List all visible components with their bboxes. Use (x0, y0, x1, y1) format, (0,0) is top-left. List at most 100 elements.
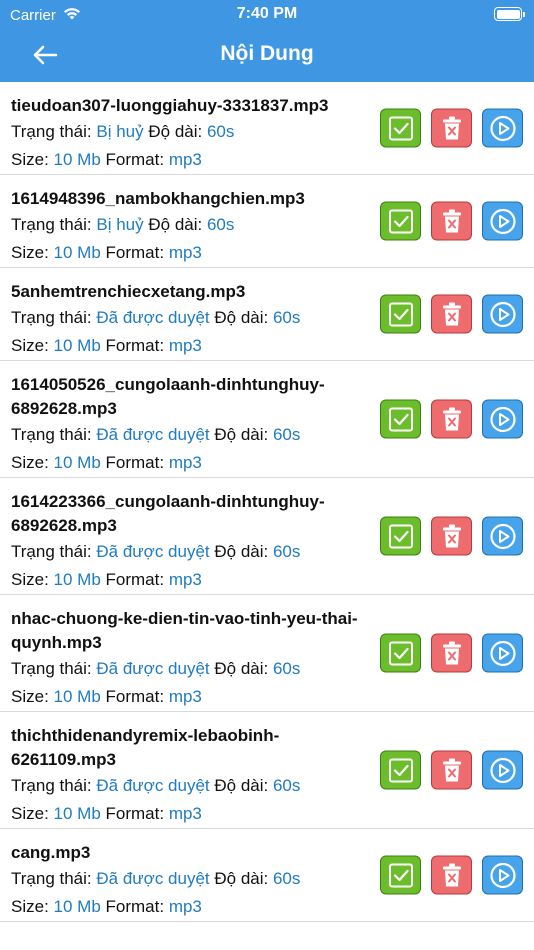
check-icon (388, 302, 413, 326)
format-value: mp3 (168, 570, 202, 589)
duration-label: Độ dài: (214, 869, 269, 888)
delete-button[interactable] (431, 750, 472, 790)
delete-button[interactable] (431, 201, 472, 241)
delete-button[interactable] (431, 399, 472, 439)
approve-button[interactable] (380, 294, 421, 334)
delete-button[interactable] (431, 855, 472, 895)
trash-icon (442, 758, 461, 781)
format-value: mp3 (168, 804, 202, 823)
size-line: Size: 10 Mb Format: mp3 (11, 566, 374, 594)
size-label: Size: (11, 687, 49, 706)
play-icon (489, 301, 516, 327)
check-icon (388, 758, 413, 782)
trash-icon (442, 407, 461, 430)
size-label: Size: (11, 453, 49, 472)
size-line: Size: 10 Mb Format: mp3 (11, 800, 374, 828)
duration-label: Độ dài: (148, 122, 203, 141)
item-actions (380, 201, 523, 241)
battery-icon (494, 7, 525, 21)
delete-button[interactable] (431, 108, 472, 148)
size-value: 10 Mb (53, 336, 101, 355)
format-value: mp3 (168, 687, 202, 706)
duration-label: Độ dài: (214, 425, 269, 444)
approve-button[interactable] (380, 201, 421, 241)
duration-label: Độ dài: (214, 776, 269, 795)
format-label: Format: (105, 570, 165, 589)
approve-button[interactable] (380, 633, 421, 673)
play-icon (489, 862, 516, 888)
file-name: 5anhemtrenchiecxetang.mp3 (11, 282, 246, 301)
format-value: mp3 (168, 243, 202, 262)
play-button[interactable] (482, 750, 523, 790)
status-value: Đã được duyệt (96, 869, 210, 888)
status-label: Trạng thái: (11, 659, 92, 678)
approve-button[interactable] (380, 516, 421, 556)
delete-button[interactable] (431, 516, 472, 556)
status-label: Trạng thái: (11, 776, 92, 795)
item-actions (380, 399, 523, 439)
status-line: Trạng thái: Đã được duyệt Độ dài: 60s (11, 538, 374, 566)
file-name: nhac-chuong-ke-dien-tin-vao-tinh-yeu-tha… (11, 609, 358, 652)
size-label: Size: (11, 243, 49, 262)
approve-button[interactable] (380, 750, 421, 790)
check-icon (388, 407, 413, 431)
size-line: Size: 10 Mb Format: mp3 (11, 449, 374, 477)
trash-icon (442, 863, 461, 886)
list-item: 1614948396_nambokhangchien.mp3 Trạng thá… (0, 175, 534, 268)
status-value: Đã được duyệt (96, 425, 210, 444)
trash-icon (442, 641, 461, 664)
duration-label: Độ dài: (148, 215, 203, 234)
status-label: Trạng thái: (11, 869, 92, 888)
status-line: Trạng thái: Đã được duyệt Độ dài: 60s (11, 421, 374, 449)
format-label: Format: (105, 336, 165, 355)
format-value: mp3 (168, 453, 202, 472)
format-label: Format: (105, 243, 165, 262)
file-name: thichthidenandyremix-lebaobinh-6261109.m… (11, 726, 280, 769)
duration-value: 60s (272, 776, 301, 795)
size-value: 10 Mb (53, 150, 101, 169)
duration-label: Độ dài: (214, 542, 269, 561)
format-label: Format: (105, 687, 165, 706)
approve-button[interactable] (380, 399, 421, 439)
check-icon (388, 524, 413, 548)
status-value: Bị huỷ (96, 122, 144, 141)
trash-icon (442, 524, 461, 547)
format-label: Format: (105, 453, 165, 472)
delete-button[interactable] (431, 294, 472, 334)
size-value: 10 Mb (53, 687, 101, 706)
duration-value: 60s (272, 869, 301, 888)
trash-icon (442, 209, 461, 232)
item-actions (380, 108, 523, 148)
play-button[interactable] (482, 294, 523, 334)
item-actions (380, 855, 523, 895)
size-label: Size: (11, 570, 49, 589)
size-value: 10 Mb (53, 804, 101, 823)
status-line: Trạng thái: Đã được duyệt Độ dài: 60s (11, 772, 374, 800)
format-value: mp3 (168, 897, 202, 916)
status-value: Đã được duyệt (96, 776, 210, 795)
play-button[interactable] (482, 399, 523, 439)
status-line: Trạng thái: Bị huỷ Độ dài: 60s (11, 118, 374, 146)
file-name: cang.mp3 (11, 843, 91, 862)
status-label: Trạng thái: (11, 542, 92, 561)
status-line: Trạng thái: Đã được duyệt Độ dài: 60s (11, 865, 374, 893)
approve-button[interactable] (380, 108, 421, 148)
list-item: thichthidenandyremix-lebaobinh-6261109.m… (0, 712, 534, 829)
size-label: Size: (11, 804, 49, 823)
format-label: Format: (105, 897, 165, 916)
size-value: 10 Mb (53, 243, 101, 262)
status-line: Trạng thái: Bị huỷ Độ dài: 60s (11, 211, 374, 239)
play-button[interactable] (482, 201, 523, 241)
play-button[interactable] (482, 516, 523, 556)
play-button[interactable] (482, 633, 523, 673)
size-label: Size: (11, 897, 49, 916)
trash-icon (442, 116, 461, 139)
status-label: Trạng thái: (11, 308, 92, 327)
approve-button[interactable] (380, 855, 421, 895)
delete-button[interactable] (431, 633, 472, 673)
play-button[interactable] (482, 855, 523, 895)
size-value: 10 Mb (53, 897, 101, 916)
list-item: 1614050526_cungolaanh-dinhtunghuy-689262… (0, 361, 534, 478)
check-icon (388, 116, 413, 140)
play-button[interactable] (482, 108, 523, 148)
